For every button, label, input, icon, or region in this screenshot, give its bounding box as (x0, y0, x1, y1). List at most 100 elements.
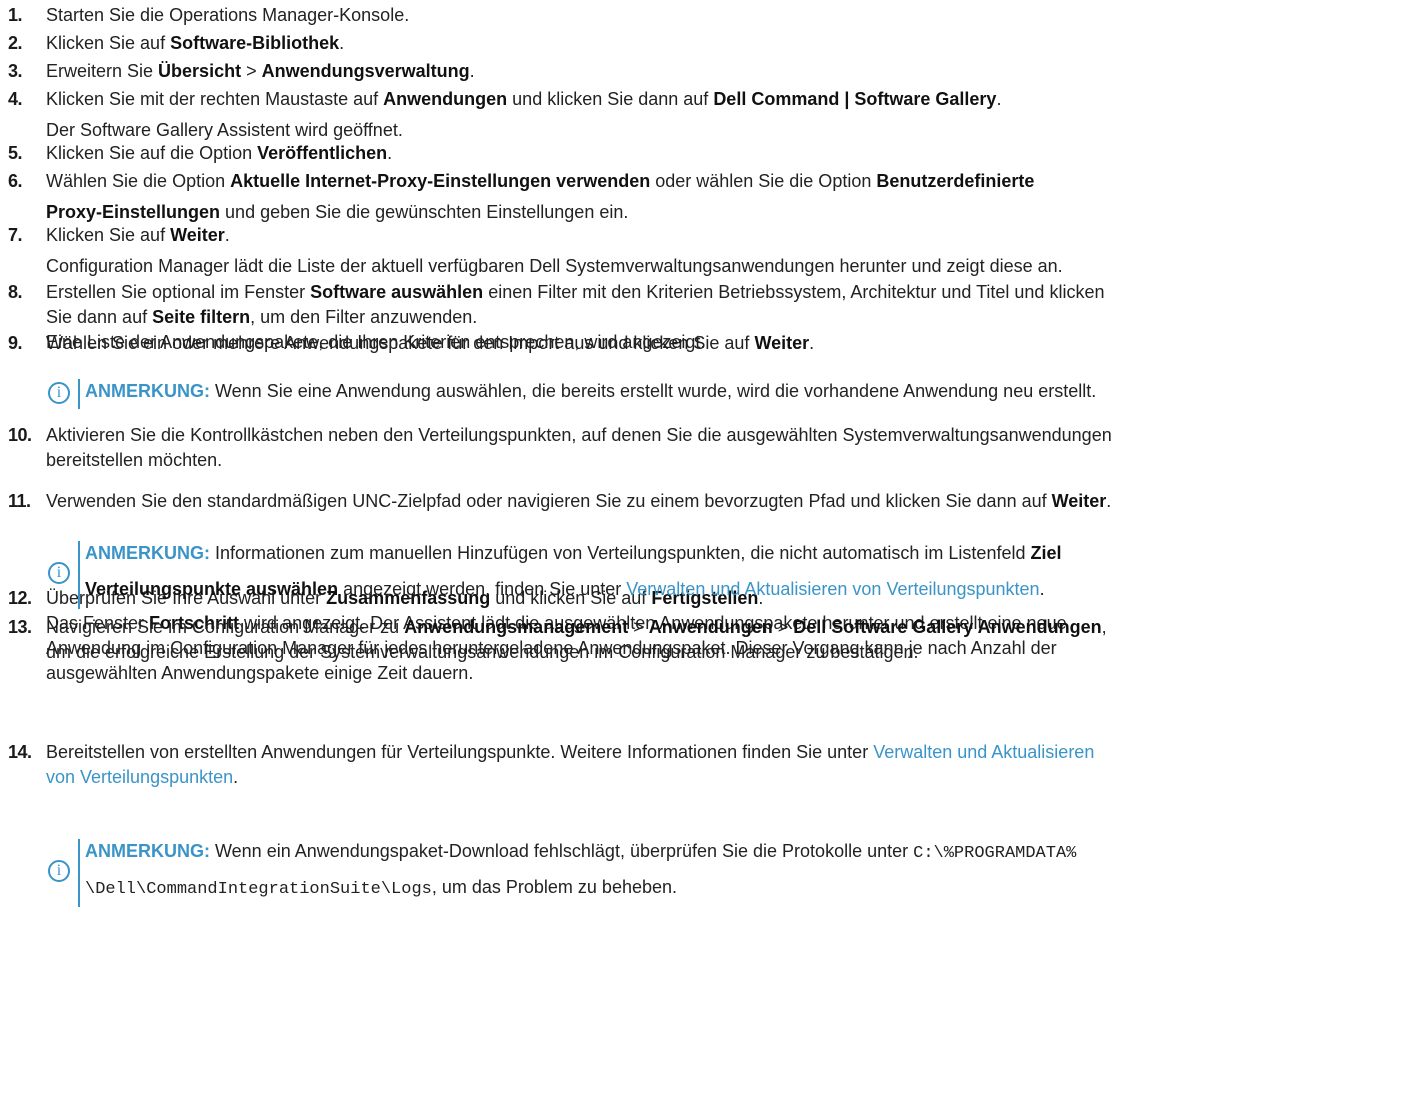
text-run: Aktivieren Sie die Kontrollkästchen nebe… (46, 425, 1112, 445)
step-text: Verwenden Sie den standardmäßigen UNC-Zi… (46, 489, 1403, 514)
text-line: Erweitern Sie Übersicht > Anwendungsverw… (46, 59, 1403, 84)
text-run: und klicken Sie dann auf (507, 89, 714, 109)
procedure-document: 1. Starten Sie die Operations Manager-Kon… (0, 0, 1411, 1095)
text-run: Navigieren Sie im Configuration Manager … (46, 617, 405, 637)
ui-term: Dell Software Gallery Anwendungen (793, 617, 1102, 637)
text-line: um die erfolgreiche Erstellung der Syste… (46, 640, 1403, 665)
note-label: ANMERKUNG: (85, 543, 210, 563)
cross-reference-link[interactable]: Verwalten und Aktualisieren (873, 742, 1094, 762)
ui-term: Anwendungen (383, 89, 508, 109)
text-line: Wählen Sie die Option Aktuelle Internet-… (46, 169, 1403, 198)
note-text: ANMERKUNG: Informationen zum manuellen H… (85, 541, 1398, 602)
file-path: C:\%PROGRAMDATA% (913, 844, 1077, 863)
text-run: einen Filter mit den Kriterien Betriebss… (483, 282, 1105, 302)
step-4: 4. Klicken Sie mit der rechten Maustaste … (8, 87, 1403, 145)
text-run: . (809, 333, 815, 353)
ui-term: Aktuelle Internet-Proxy-Einstellungen ve… (230, 171, 651, 191)
text-run: oder wählen Sie die Option (650, 171, 877, 191)
text-line: \Dell\CommandIntegrationSuite\Logs, um d… (85, 875, 1398, 900)
step-13: 13. Navigieren Sie im Configuration Manag… (8, 615, 1403, 665)
step-10: 10. Aktivieren Sie die Kontrollkästchen n… (8, 423, 1403, 473)
info-icon: i (48, 382, 70, 404)
text-run: , (1101, 617, 1107, 637)
text-run: > (628, 617, 649, 637)
text-run: Verwenden Sie den standardmäßigen UNC-Zi… (46, 491, 1052, 511)
text-line: ANMERKUNG: Wenn ein Anwendungspaket-Down… (85, 839, 1398, 864)
info-icon: i (48, 860, 70, 882)
text-run: . (233, 767, 239, 787)
text-run: , um den Filter anzuwenden. (250, 307, 478, 327)
text-line: Sie dann auf Seite filtern, um den Filte… (46, 305, 1403, 330)
note-divider (78, 541, 80, 609)
step-text: Starten Sie die Operations Manager-Konso… (46, 3, 1403, 28)
text-line: Navigieren Sie im Configuration Manager … (46, 615, 1403, 640)
cross-reference-link[interactable]: von Verteilungspunkten (46, 767, 233, 787)
text-line: Starten Sie die Operations Manager-Konso… (46, 3, 1403, 28)
step-text: Erweitern Sie Übersicht > Anwendungsverw… (46, 59, 1403, 84)
ui-term: Dell Command | Software Gallery (713, 89, 997, 109)
ui-term: Seite filtern (152, 307, 251, 327)
text-line: Klicken Sie mit der rechten Maustaste au… (46, 87, 1403, 116)
ui-term: Weiter (170, 225, 225, 245)
text-run: angezeigt werden, finden Sie unter (338, 579, 627, 599)
step-number: 3. (8, 61, 23, 81)
note-text: ANMERKUNG: Wenn ein Anwendungspaket-Down… (85, 839, 1398, 900)
note-divider (78, 839, 80, 907)
text-run: Klicken Sie auf (46, 225, 171, 245)
note-label: ANMERKUNG: (85, 841, 210, 861)
text-run: . (387, 143, 393, 163)
text-line: Aktivieren Sie die Kontrollkästchen nebe… (46, 423, 1403, 448)
text-run: Wählen Sie die Option (46, 171, 231, 191)
step-text: Klicken Sie auf Software-Bibliothek. (46, 31, 1403, 56)
step-9: 9. Wählen Sie ein oder mehrere Anwendungs… (8, 331, 1403, 356)
ui-term: Software auswählen (310, 282, 484, 302)
text-run: Erweitern Sie (46, 61, 159, 81)
text-line: bereitstellen möchten. (46, 448, 1403, 473)
step-number: 4. (8, 89, 23, 109)
text-line: Klicken Sie auf Weiter. (46, 223, 1403, 252)
text-run: > (241, 61, 262, 81)
text-run: . (1106, 491, 1112, 511)
step-number: 11. (8, 491, 31, 511)
step-11: 11. Verwenden Sie den standardmäßigen UNC… (8, 489, 1403, 514)
step-7: 7. Klicken Sie auf Weiter. Configuration M… (8, 223, 1403, 281)
step-text: Klicken Sie auf die Option Veröffentlich… (46, 141, 1403, 166)
step-3: 3. Erweitern Sie Übersicht > Anwendungsve… (8, 59, 1403, 84)
cross-reference-link[interactable]: Verwalten und Aktualisieren von Verteilu… (626, 579, 1039, 599)
step-number: 10. (8, 425, 32, 445)
text-run: . (339, 33, 345, 53)
text-line: Klicken Sie auf Software-Bibliothek. (46, 31, 1403, 56)
text-run: Informationen zum manuellen Hinzufügen v… (210, 543, 1031, 563)
text-run: und geben Sie die gewünschten Einstellun… (220, 202, 629, 222)
text-run: um die erfolgreiche Erstellung der Syste… (46, 642, 919, 662)
ui-term: Software-Bibliothek (170, 33, 340, 53)
text-run: . (1039, 579, 1045, 599)
text-run: Sie dann auf (46, 307, 153, 327)
step-2: 2. Klicken Sie auf Software-Bibliothek. (8, 31, 1403, 56)
ui-term: Weiter (754, 333, 810, 353)
step-text: Bereitstellen von erstellten Anwendungen… (46, 740, 1403, 790)
step-number: 8. (8, 282, 23, 302)
ui-term: Anwendungsmanagement (404, 617, 629, 637)
ui-term: Weiter (1051, 491, 1107, 511)
step-text: Aktivieren Sie die Kontrollkästchen nebe… (46, 423, 1403, 473)
text-run: Klicken Sie auf die Option (46, 143, 258, 163)
text-line: Wählen Sie ein oder mehrere Anwendungspa… (46, 331, 1403, 356)
text-line: ANMERKUNG: Informationen zum manuellen H… (85, 541, 1398, 566)
text-run: Starten Sie die Operations Manager-Konso… (46, 5, 410, 25)
step-number: 14. (8, 742, 32, 762)
text-run: Wenn ein Anwendungspaket-Download fehlsc… (210, 841, 914, 861)
text-run: Bereitstellen von erstellten Anwendungen… (46, 742, 874, 762)
ui-term: Veröffentlichen (257, 143, 388, 163)
step-6: 6. Wählen Sie die Option Aktuelle Interne… (8, 169, 1403, 227)
ui-term: Anwendungen (648, 617, 773, 637)
step-number: 5. (8, 143, 23, 163)
text-run: Klicken Sie mit der rechten Maustaste au… (46, 89, 384, 109)
text-run: bereitstellen möchten. (46, 450, 223, 470)
step-number: 2. (8, 33, 23, 53)
note-text: ANMERKUNG: Wenn Sie eine Anwendung auswä… (85, 379, 1398, 404)
text-line: Verteilungspunkte auswählen angezeigt we… (85, 577, 1398, 602)
step-1: 1. Starten Sie die Operations Manager-Kon… (8, 3, 1403, 28)
info-icon: i (48, 562, 70, 584)
text-run: > (772, 617, 794, 637)
